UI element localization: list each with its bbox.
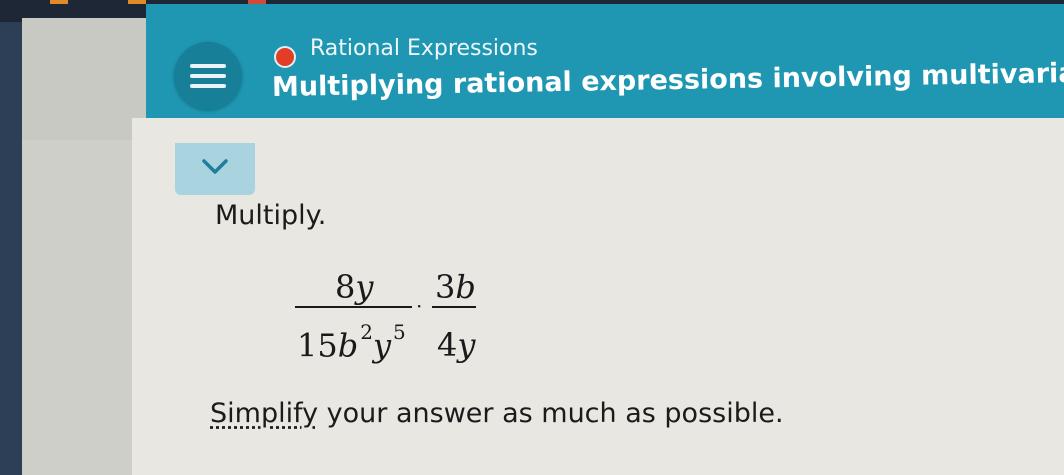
chevron-down-icon [202,159,228,174]
problem-prompt: Multiply. [215,200,327,231]
topic-status-dot [276,48,294,66]
simplify-instruction: Simplify your answer as much as possible… [210,398,784,429]
multiply-operator: · [416,294,423,318]
tab-marker [128,0,146,4]
tab-marker [50,0,68,4]
fraction1-bar [295,306,412,308]
fraction1-numerator: 8y [335,268,374,306]
simplify-link[interactable]: Simplify [210,398,318,429]
fraction2-denominator: 4y [437,326,476,364]
collapse-toggle-button[interactable] [175,143,255,195]
left-side-panel-lower [22,140,132,475]
menu-button[interactable] [174,42,242,110]
fraction2-bar [432,306,476,308]
fraction1-denominator: 15b 2y 5 [297,320,406,365]
topic-label: Rational Expressions [310,36,538,61]
fraction2-numerator: 3b [435,268,476,306]
instruction-text: your answer as much as possible. [318,398,784,429]
